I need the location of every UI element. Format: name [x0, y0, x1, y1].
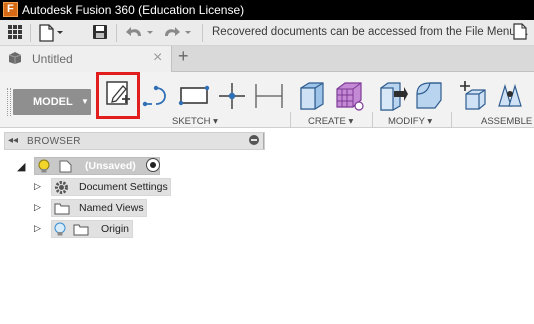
- folder-icon: [54, 203, 70, 215]
- activate-component-radio[interactable]: [146, 158, 160, 172]
- fillet-icon[interactable]: [414, 80, 444, 112]
- tree-item-label: Document Settings: [79, 181, 168, 193]
- window-title: Autodesk Fusion 360 (Education License): [22, 3, 245, 17]
- lightbulb-icon[interactable]: [54, 222, 66, 237]
- panel-resize-handle[interactable]: [263, 133, 264, 149]
- arc-icon[interactable]: [142, 84, 172, 108]
- minimize-panel-icon[interactable]: [249, 135, 259, 145]
- sketch-group-label[interactable]: SKETCH ▾: [172, 116, 218, 127]
- tree-item-named-views[interactable]: ▷ Named Views: [34, 199, 154, 217]
- create-group-label[interactable]: CREATE ▾: [308, 116, 353, 127]
- extrude-icon[interactable]: [297, 80, 327, 112]
- lightbulb-icon[interactable]: [38, 159, 50, 174]
- toolbar-divider: [30, 24, 31, 42]
- tree-item-document-settings[interactable]: ▷ Document Settings: [34, 178, 174, 196]
- new-component-icon[interactable]: [458, 80, 488, 112]
- quick-access-toolbar: Recovered documents can be accessed from…: [0, 20, 534, 46]
- expand-triangle-icon[interactable]: ▷: [34, 202, 41, 213]
- ribbon-grip-handle[interactable]: [7, 88, 11, 116]
- gear-icon: [55, 181, 68, 194]
- tab-untitled[interactable]: Untitled ×: [0, 46, 172, 72]
- tree-item-label: Origin: [101, 223, 130, 235]
- named-views-node[interactable]: Named Views: [51, 199, 147, 217]
- folder-icon: [73, 224, 89, 236]
- file-dropdown-icon[interactable]: [38, 24, 64, 42]
- redo-icon[interactable]: [163, 24, 195, 41]
- expand-triangle-icon[interactable]: ▷: [34, 223, 41, 234]
- toolbar-divider: [116, 24, 117, 42]
- title-bar: F Autodesk Fusion 360 (Education License…: [0, 0, 534, 20]
- tree-item-label: Named Views: [79, 202, 144, 214]
- group-divider: [372, 112, 373, 128]
- undo-icon[interactable]: [125, 24, 157, 41]
- close-tab-icon[interactable]: ×: [153, 49, 162, 67]
- modify-group-label[interactable]: MODIFY ▾: [388, 116, 432, 127]
- ribbon-toolbar: MODEL ▼ SKETCH ▾ CREATE ▾ MODIFY ▾ ASSEM…: [0, 72, 534, 128]
- tree-item-origin[interactable]: ▷ Origin: [34, 220, 144, 238]
- file-menu-icon[interactable]: [512, 23, 530, 43]
- group-divider: [290, 112, 291, 128]
- group-divider: [451, 112, 452, 128]
- new-tab-button[interactable]: +: [178, 46, 189, 67]
- workspace-switcher[interactable]: MODEL ▼: [13, 89, 91, 115]
- fusion-logo-icon: F: [3, 2, 18, 17]
- form-icon[interactable]: [333, 80, 365, 112]
- rectangle-icon[interactable]: [178, 85, 210, 107]
- workspace-label: MODEL: [33, 96, 73, 108]
- root-label: (Unsaved): [85, 160, 136, 172]
- sketch-dimension-icon[interactable]: [254, 82, 284, 110]
- browser-root-row[interactable]: ◢ (Unsaved): [16, 157, 166, 175]
- document-cube-icon: [8, 52, 22, 64]
- browser-panel-header: ◂◂ BROWSER: [4, 132, 265, 150]
- assemble-group-label[interactable]: ASSEMBLE ▾: [481, 116, 534, 127]
- expand-triangle-icon[interactable]: ▷: [34, 181, 41, 192]
- toolbar-divider: [202, 24, 203, 42]
- document-icon: [59, 160, 72, 173]
- point-icon[interactable]: [218, 82, 246, 110]
- collapse-panel-icon[interactable]: ◂◂: [8, 135, 18, 146]
- create-sketch-highlight: [96, 72, 140, 119]
- document-tab-bar: Untitled × +: [0, 46, 534, 72]
- save-icon[interactable]: [92, 24, 108, 41]
- tab-label: Untitled: [32, 52, 73, 66]
- document-settings-node[interactable]: Document Settings: [51, 178, 171, 196]
- origin-node[interactable]: Origin: [51, 220, 133, 238]
- press-pull-icon[interactable]: [378, 80, 408, 112]
- joint-icon[interactable]: [495, 80, 525, 112]
- recovery-notice: Recovered documents can be accessed from…: [212, 26, 529, 38]
- browser-title: BROWSER: [27, 136, 81, 147]
- grid-menu-icon[interactable]: [7, 24, 23, 40]
- root-node[interactable]: (Unsaved): [34, 157, 160, 175]
- collapse-triangle-icon[interactable]: ◢: [17, 160, 25, 173]
- chevron-down-icon: ▼: [81, 97, 89, 106]
